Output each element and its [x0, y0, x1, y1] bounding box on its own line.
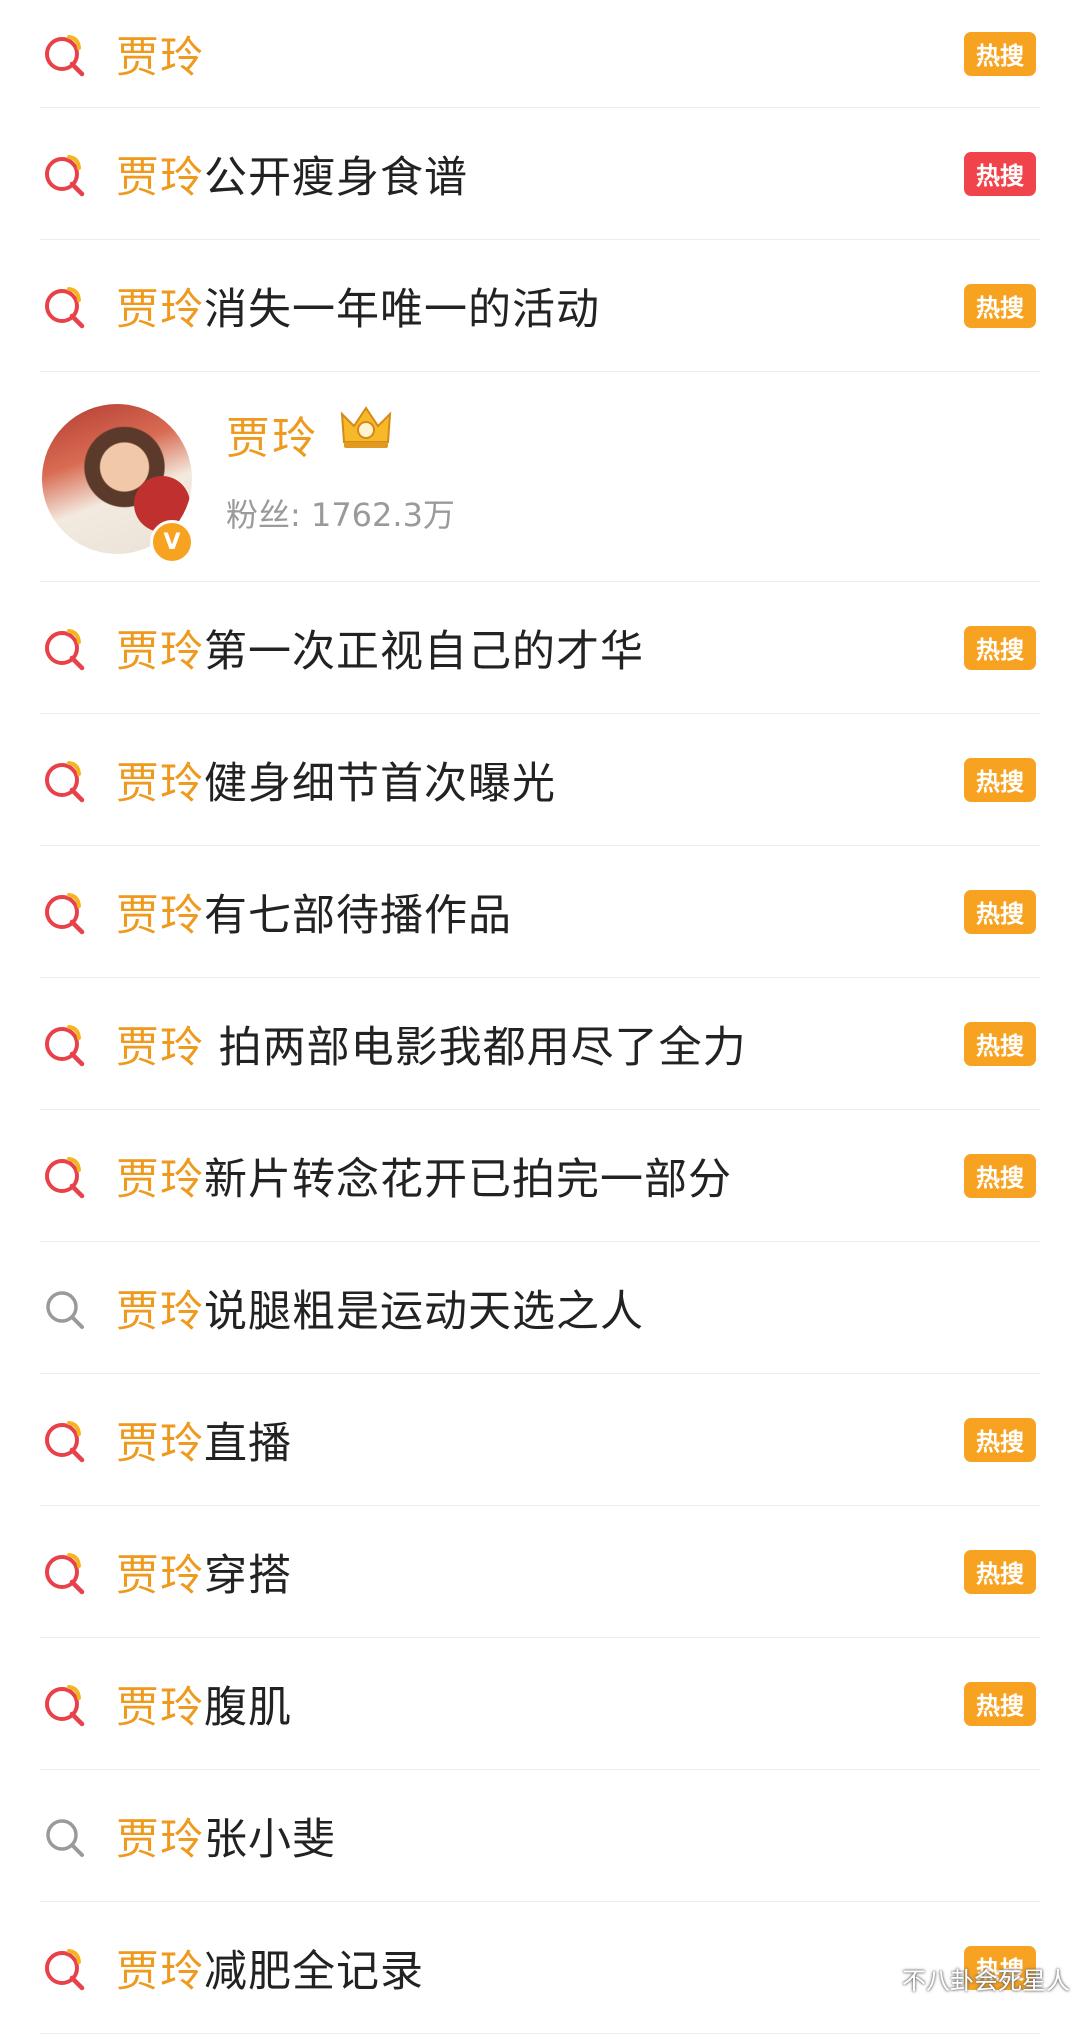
hot-search-badge: 热搜 — [964, 889, 1036, 934]
suggestion-text: 贾玲 拍两部电影我都用尽了全力 — [116, 1013, 747, 1075]
suggestion-keyword: 贾玲 — [116, 284, 204, 335]
suggestion-text: 贾玲张小斐 — [116, 1805, 336, 1867]
hot-search-icon — [42, 151, 88, 197]
hot-search-icon — [42, 1153, 88, 1199]
suggestion-keyword: 贾玲 — [116, 32, 204, 83]
search-suggestion-item[interactable]: 贾玲 热搜 — [40, 0, 1040, 108]
hot-search-badge: 热搜 — [964, 757, 1036, 802]
hot-search-badge: 热搜 — [964, 625, 1036, 670]
suggestion-keyword: 贾玲 — [116, 1022, 204, 1073]
search-suggestion-item[interactable]: 贾玲说腿粗是运动天选之人 — [40, 1242, 1040, 1374]
suggestion-suffix: 有七部待播作品 — [204, 890, 512, 941]
suggestion-suffix: 公开瘦身食谱 — [204, 152, 468, 203]
suggestion-keyword: 贾玲 — [116, 152, 204, 203]
suggestion-text: 贾玲腹肌 — [116, 1673, 292, 1735]
hot-search-badge: 热搜 — [964, 1417, 1036, 1462]
suggestion-keyword: 贾玲 — [116, 758, 204, 809]
suggestion-keyword: 贾玲 — [116, 890, 204, 941]
suggestion-keyword: 贾玲 — [116, 1550, 204, 1601]
suggestion-keyword: 贾玲 — [116, 1814, 204, 1865]
hot-search-badge: 热搜 — [964, 1549, 1036, 1594]
watermark: 不八卦会死星人 — [902, 1967, 1070, 1995]
suggestion-keyword: 贾玲 — [116, 1682, 204, 1733]
search-suggestion-item[interactable]: 贾玲穿搭 热搜 — [40, 1506, 1040, 1638]
suggestion-text: 贾玲新片转念花开已拍完一部分 — [116, 1145, 732, 1207]
hot-search-icon — [42, 1681, 88, 1727]
hot-search-icon — [42, 757, 88, 803]
hot-search-badge: 热搜 — [964, 151, 1036, 196]
suggestion-suffix: 张小斐 — [204, 1814, 336, 1865]
search-suggestion-item[interactable]: 贾玲健身细节首次曝光 热搜 — [40, 714, 1040, 846]
suggestion-text: 贾玲穿搭 — [116, 1541, 292, 1603]
search-icon — [42, 1285, 88, 1331]
hot-search-badge: 热搜 — [964, 31, 1036, 76]
fans-count: 粉丝: 1762.3万 — [226, 496, 455, 534]
suggestion-text: 贾玲消失一年唯一的活动 — [116, 275, 600, 337]
suggestion-keyword: 贾玲 — [116, 1286, 204, 1337]
search-suggestion-item[interactable]: 贾玲腹肌 热搜 — [40, 1638, 1040, 1770]
search-suggestion-item[interactable]: 贾玲消失一年唯一的活动 热搜 — [40, 240, 1040, 372]
suggestion-text: 贾玲公开瘦身食谱 — [116, 143, 468, 205]
suggestion-suffix: 直播 — [204, 1418, 292, 1469]
suggestion-text: 贾玲第一次正视自己的才华 — [116, 617, 644, 679]
suggestion-suffix: 腹肌 — [204, 1682, 292, 1733]
search-suggestion-item[interactable]: 贾玲第一次正视自己的才华 热搜 — [40, 582, 1040, 714]
suggestion-text: 贾玲直播 — [116, 1409, 292, 1471]
suggestion-suffix: 健身细节首次曝光 — [204, 758, 556, 809]
hot-search-badge: 热搜 — [964, 1681, 1036, 1726]
suggestion-suffix: 说腿粗是运动天选之人 — [204, 1286, 644, 1337]
search-suggestion-item[interactable]: 贾玲 拍两部电影我都用尽了全力 热搜 — [40, 978, 1040, 1110]
suggestion-keyword: 贾玲 — [116, 1154, 204, 1205]
search-suggestion-item[interactable]: 贾玲直播 热搜 — [40, 1374, 1040, 1506]
suggestion-suffix: 穿搭 — [204, 1550, 292, 1601]
search-suggestion-list: 贾玲 热搜 贾玲公开瘦身食谱 热搜 贾玲消失一年唯一的活动 热搜 V 贾玲 粉丝: 1762.3… — [0, 0, 1080, 2034]
vip-crown-icon — [340, 406, 392, 448]
suggestion-text: 贾玲有七部待播作品 — [116, 881, 512, 943]
verified-badge-icon: V — [150, 520, 194, 564]
hot-search-icon — [42, 283, 88, 329]
suggestion-suffix: 第一次正视自己的才华 — [204, 626, 644, 677]
suggestion-suffix: 拍两部电影我都用尽了全力 — [204, 1022, 747, 1073]
search-suggestion-item[interactable]: 贾玲公开瘦身食谱 热搜 — [40, 108, 1040, 240]
hot-search-badge: 热搜 — [964, 1153, 1036, 1198]
suggestion-text: 贾玲减肥全记录 — [116, 1937, 424, 1999]
suggestion-suffix: 减肥全记录 — [204, 1946, 424, 1997]
hot-search-icon — [42, 889, 88, 935]
search-suggestion-item[interactable]: 贾玲有七部待播作品 热搜 — [40, 846, 1040, 978]
hot-search-icon — [42, 31, 88, 77]
suggestion-suffix: 消失一年唯一的活动 — [204, 284, 600, 335]
hot-search-badge: 热搜 — [964, 1021, 1036, 1066]
suggestion-text: 贾玲说腿粗是运动天选之人 — [116, 1277, 644, 1339]
hot-search-icon — [42, 1945, 88, 1991]
hot-search-badge: 热搜 — [964, 283, 1036, 328]
suggestion-text: 贾玲健身细节首次曝光 — [116, 749, 556, 811]
hot-search-icon — [42, 1417, 88, 1463]
search-suggestion-item[interactable]: 贾玲减肥全记录 热搜 — [40, 1902, 1040, 2034]
user-result-card[interactable]: V 贾玲粉丝: 1762.3万 — [40, 372, 1040, 582]
hot-search-icon — [42, 1549, 88, 1595]
user-name[interactable]: 贾玲 — [226, 402, 318, 466]
suggestion-keyword: 贾玲 — [116, 626, 204, 677]
suggestion-text: 贾玲 — [116, 23, 204, 85]
search-suggestion-item[interactable]: 贾玲张小斐 — [40, 1770, 1040, 1902]
suggestion-keyword: 贾玲 — [116, 1418, 204, 1469]
search-icon — [42, 1813, 88, 1859]
hot-search-icon — [42, 625, 88, 671]
suggestion-suffix: 新片转念花开已拍完一部分 — [204, 1154, 732, 1205]
hot-search-icon — [42, 1021, 88, 1067]
suggestion-keyword: 贾玲 — [116, 1946, 204, 1997]
search-suggestion-item[interactable]: 贾玲新片转念花开已拍完一部分 热搜 — [40, 1110, 1040, 1242]
